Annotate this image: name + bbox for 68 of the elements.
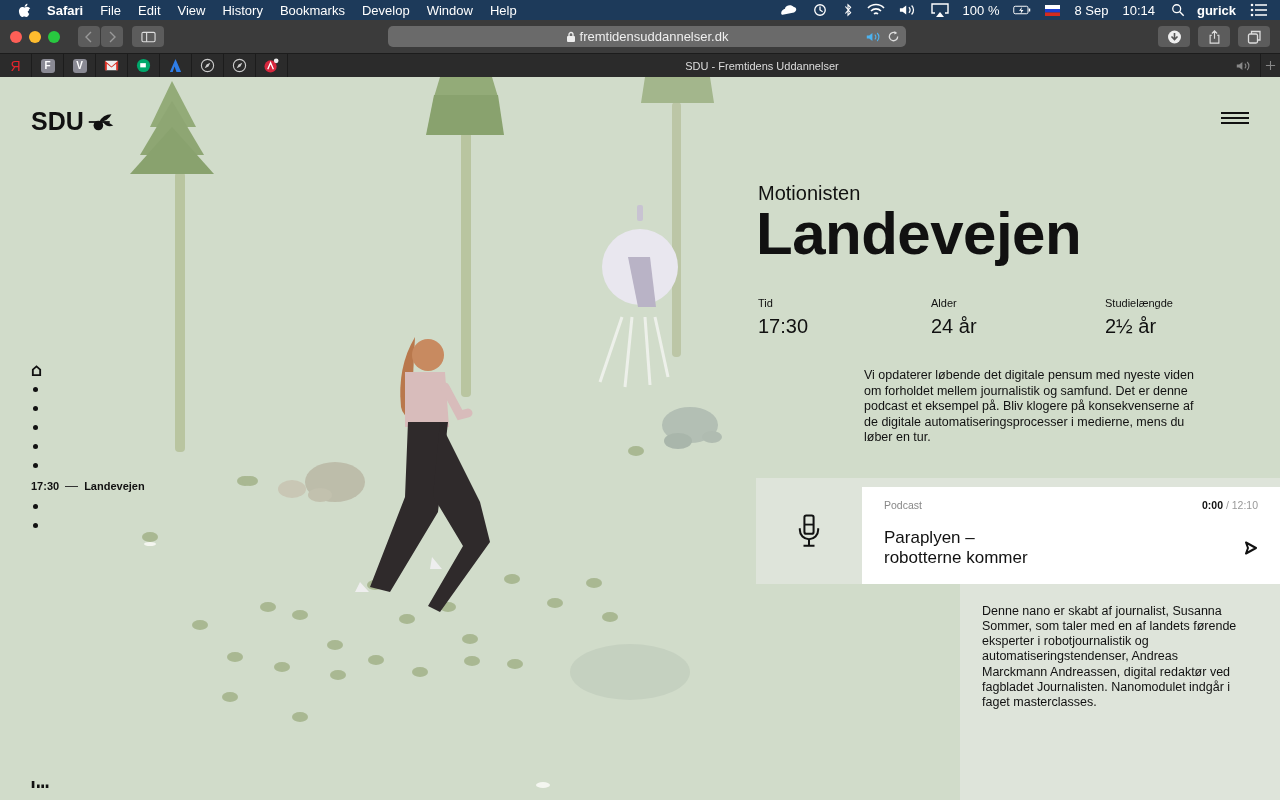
- back-button[interactable]: [78, 26, 100, 47]
- battery-icon[interactable]: [1013, 3, 1032, 17]
- sound-bars-icon[interactable]: [31, 781, 50, 788]
- share-icon: [1206, 29, 1222, 44]
- app-icon[interactable]: [264, 58, 279, 73]
- description-text: Vi opdaterer løbende det digitale pensum med nyeste viden om forholdet mellem journalistik og samfund. Det er denne podcast et eksempel på. Bliv klogere på konsekvenserne af de digitale automatiseringsprocesser i medierne, mens du løber en tur.: [864, 368, 1194, 446]
- podcast-title: Paraplyen – robotterne kommer: [884, 527, 1028, 568]
- wifi-icon[interactable]: [866, 3, 885, 17]
- bluetooth-icon[interactable]: [842, 3, 853, 17]
- sidebar-icon: [140, 29, 156, 44]
- list-icon[interactable]: [1250, 3, 1268, 17]
- menu-item[interactable]: Bookmarks: [279, 2, 345, 18]
- apple-icon[interactable]: [18, 2, 31, 18]
- airplay-icon[interactable]: [930, 3, 949, 17]
- address-field[interactable]: fremtidensuddannelser.dk: [388, 26, 906, 47]
- download-icon: [1166, 29, 1182, 44]
- menu-item[interactable]: Window: [426, 2, 473, 18]
- stat-value: 2½ år: [1105, 315, 1158, 338]
- close-button[interactable]: [10, 30, 22, 43]
- tabs-button[interactable]: [1238, 26, 1270, 47]
- zoom-button[interactable]: [48, 30, 60, 43]
- chevron-right-icon: [107, 29, 117, 44]
- stat-label: Studielængde: [1105, 297, 1174, 309]
- play-icon[interactable]: [1244, 540, 1258, 555]
- menu-item[interactable]: Develop: [361, 2, 410, 18]
- menu-item[interactable]: Help: [489, 2, 517, 18]
- user-name[interactable]: gurick: [1197, 2, 1236, 18]
- stat-value: 24 år: [931, 315, 978, 338]
- battery-percentage: 100 %: [962, 2, 1000, 18]
- reload-icon[interactable]: [887, 30, 900, 43]
- volume-icon[interactable]: [898, 3, 917, 17]
- stat-label: Alder: [931, 297, 958, 309]
- menu-item[interactable]: File: [100, 2, 122, 18]
- menu-item[interactable]: View: [177, 2, 206, 18]
- triangle-icon[interactable]: [168, 58, 183, 73]
- sidebar-button[interactable]: [132, 26, 164, 47]
- nav-item[interactable]: 17:30 Landevejen: [31, 475, 145, 497]
- menu-button[interactable]: [1221, 112, 1249, 124]
- podcast-player[interactable]: Podcast 0:00 / 12:10 Paraplyen – robotterne kommer: [862, 486, 1280, 584]
- speaker-icon[interactable]: [1236, 59, 1252, 72]
- minimize-button[interactable]: [29, 30, 41, 43]
- sdu-logo[interactable]: SDU: [31, 107, 115, 136]
- search-icon[interactable]: [1169, 3, 1187, 17]
- microphone-icon[interactable]: [798, 512, 820, 549]
- cloud-icon[interactable]: [778, 3, 797, 17]
- download-button[interactable]: [1158, 26, 1190, 47]
- menu-item[interactable]: History: [222, 2, 263, 18]
- forward-button[interactable]: [101, 26, 123, 47]
- chat-icon[interactable]: [136, 58, 151, 73]
- note-text: Denne nano er skabt af journalist, Susanna Sommer, som taler med en af landets førende eksperter i robotjournalistik og automatiseringstendenser, Andreas Marckmann Andreassen, digital redaktør ved fagbladet Journalisten. Nanomodulet indgår i faget masterclasses.: [982, 603, 1238, 711]
- compass-icon[interactable]: [232, 58, 247, 73]
- envelope-icon[interactable]: [104, 58, 119, 73]
- plus-icon: [1265, 60, 1276, 71]
- tabs-icon: [1246, 29, 1262, 44]
- flag-icon[interactable]: [1045, 4, 1061, 16]
- share-button[interactable]: [1198, 26, 1230, 47]
- podcast-time: 0:00 / 12:10: [1201, 498, 1258, 511]
- chevron-left-icon: [84, 29, 94, 44]
- stat-value: 17:30: [758, 315, 810, 338]
- browser-tab[interactable]: SDU - Fremtidens Uddannelser: [288, 59, 1236, 72]
- menu-clock[interactable]: 10:14: [1122, 2, 1155, 18]
- menu-item[interactable]: Safari: [47, 2, 84, 18]
- compass-icon[interactable]: [200, 58, 215, 73]
- podcast-label: Podcast: [884, 498, 922, 511]
- stat-label: Tid: [758, 297, 774, 309]
- menu-item[interactable]: Edit: [138, 2, 161, 18]
- lock-icon: [565, 30, 576, 43]
- menu-date: 8 Sep: [1074, 2, 1109, 18]
